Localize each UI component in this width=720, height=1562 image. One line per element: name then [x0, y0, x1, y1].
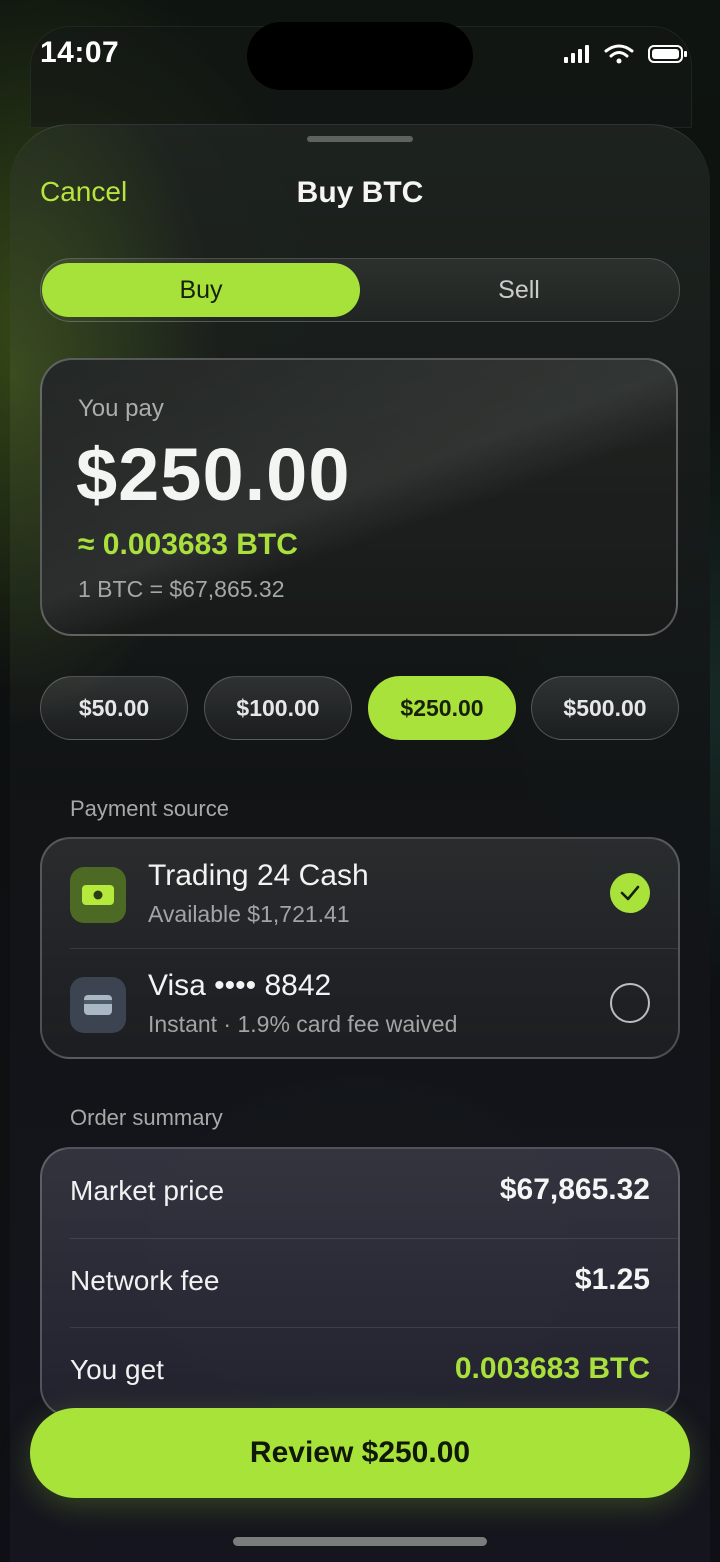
payment-option-name: Trading 24 Cash — [148, 859, 369, 892]
summary-row: You get 0.003683 BTC — [42, 1328, 678, 1415]
quick-amount-chip[interactable]: $100.00 — [204, 676, 352, 740]
payment-option-subtitle: Available $1,721.41 — [148, 901, 350, 927]
summary-label: Network fee — [70, 1265, 220, 1296]
review-button[interactable]: Review $250.00 — [30, 1408, 690, 1498]
payment-source-list: Trading 24 Cash Available $1,721.41 Visa… — [40, 837, 680, 1059]
summary-label: Market price — [70, 1175, 225, 1206]
quick-amount-chips: $50.00 $100.00 $250.00 $500.00 — [40, 676, 680, 742]
card-icon — [70, 977, 126, 1033]
buy-sell-segmented-control: Buy Sell — [40, 258, 680, 322]
summary-label: You get — [70, 1354, 164, 1385]
dynamic-island — [247, 22, 473, 90]
quick-amount-chip-selected[interactable]: $250.00 — [368, 676, 516, 740]
payment-option-name: Visa •••• 8842 — [148, 969, 332, 1002]
summary-row: Network fee $1.25 — [42, 1239, 678, 1328]
summary-row: Market price $67,865.32 — [42, 1149, 678, 1238]
radio-unselected-icon[interactable] — [610, 983, 650, 1023]
segment-buy[interactable]: Buy — [42, 263, 360, 317]
summary-value: $1.25 — [574, 1263, 650, 1296]
segment-sell[interactable]: Sell — [361, 263, 677, 317]
order-summary-card: Market price $67,865.32 Network fee $1.2… — [40, 1147, 680, 1417]
page-title: Buy BTC — [296, 176, 424, 209]
exchange-rate: 1 BTC = $67,865.32 — [78, 576, 285, 602]
summary-value: 0.003683 BTC — [454, 1352, 650, 1385]
btc-equivalent: ≈ 0.003683 BTC — [78, 528, 298, 561]
payment-source-label: Payment source — [70, 796, 229, 821]
summary-value: $67,865.32 — [499, 1173, 650, 1206]
status-bar: 14:07 — [0, 0, 720, 110]
cash-icon — [70, 867, 126, 923]
status-time: 14:07 — [40, 36, 120, 69]
radio-selected-icon[interactable] — [610, 873, 650, 913]
payment-option-visa[interactable]: Visa •••• 8842 Instant · 1.9% card fee w… — [42, 949, 678, 1058]
wifi-icon — [604, 44, 634, 64]
sheet-grabber[interactable] — [307, 136, 413, 142]
signal-icon — [564, 45, 589, 63]
order-summary-label: Order summary — [70, 1105, 223, 1130]
status-icons — [564, 44, 688, 64]
quick-amount-chip[interactable]: $50.00 — [40, 676, 188, 740]
pay-label: You pay — [78, 395, 164, 422]
pay-amount[interactable]: $250.00 — [76, 432, 351, 517]
home-indicator[interactable] — [233, 1537, 487, 1546]
payment-option-subtitle: Instant · 1.9% card fee waived — [148, 1011, 458, 1037]
battery-icon — [648, 45, 687, 63]
quick-amount-chip[interactable]: $500.00 — [531, 676, 679, 740]
payment-option-cash[interactable]: Trading 24 Cash Available $1,721.41 — [42, 839, 678, 948]
